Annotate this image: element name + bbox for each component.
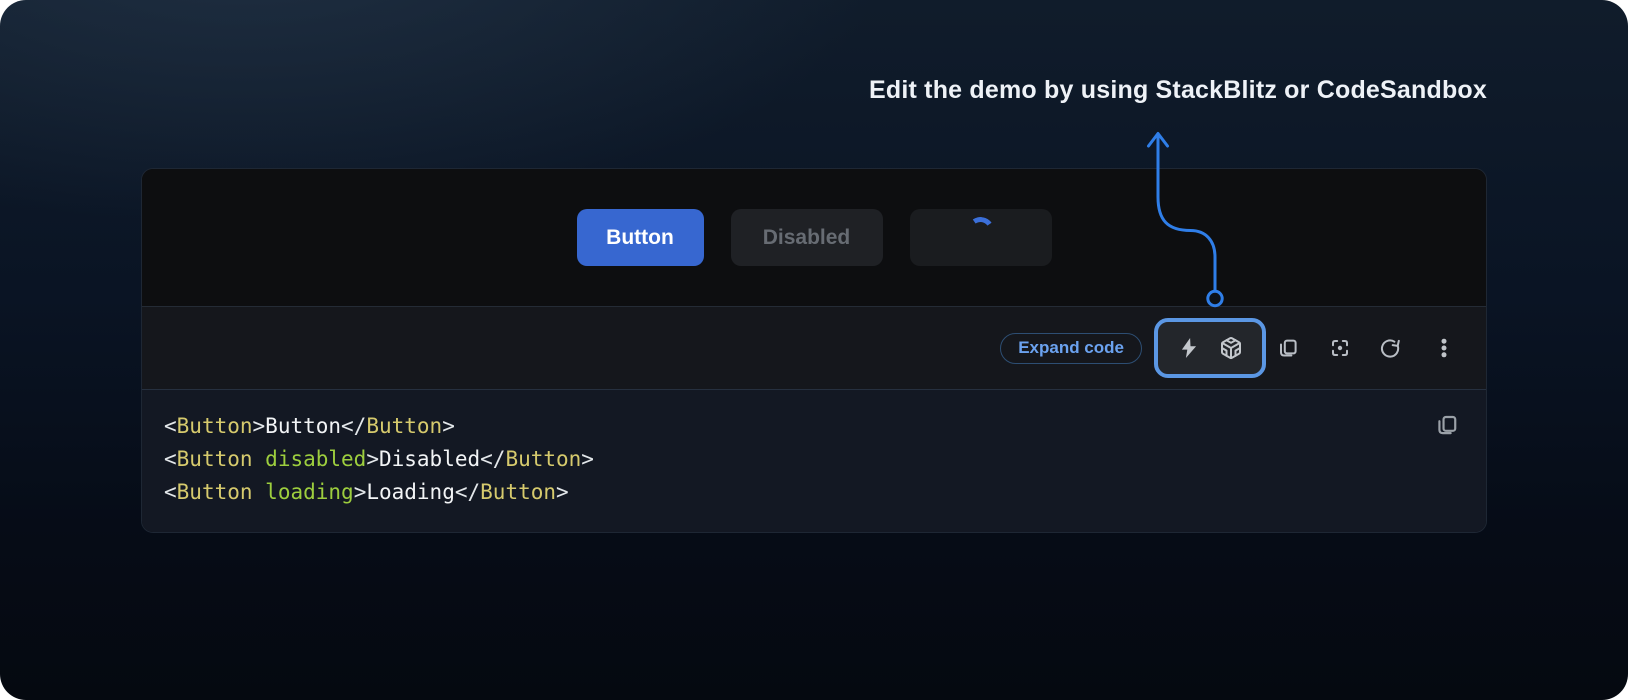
more-kebab-icon[interactable] <box>1432 336 1456 360</box>
code-line: <Button>Button</Button> <box>164 410 1486 443</box>
code-line: <Button loading>Loading</Button> <box>164 476 1486 509</box>
page-background: Edit the demo by using StackBlitz or Cod… <box>0 0 1628 700</box>
demo-card: Button Disabled Expand code <box>141 168 1487 533</box>
demo-loading-button[interactable] <box>910 209 1052 266</box>
code-block: <Button>Button</Button><Button disabled>… <box>142 390 1486 532</box>
copy-code-icon[interactable] <box>1276 336 1300 360</box>
loading-spinner-icon <box>964 215 995 246</box>
code-copy-icon[interactable] <box>1434 412 1460 438</box>
code-line: <Button disabled>Disabled</Button> <box>164 443 1486 476</box>
demo-toolbar: Expand code <box>142 306 1486 390</box>
demo-preview-section: Button Disabled <box>142 169 1486 306</box>
refresh-icon[interactable] <box>1378 336 1402 360</box>
code-lines: <Button>Button</Button><Button disabled>… <box>164 410 1486 509</box>
focus-scan-icon[interactable] <box>1328 336 1352 360</box>
demo-disabled-button: Disabled <box>731 209 883 266</box>
codesandbox-box-icon[interactable] <box>1219 336 1243 360</box>
demo-primary-button[interactable]: Button <box>577 209 704 266</box>
stackblitz-lightning-icon[interactable] <box>1177 336 1201 360</box>
external-editor-icon-group <box>1154 318 1266 378</box>
expand-code-button[interactable]: Expand code <box>1000 333 1142 364</box>
annotation-title: Edit the demo by using StackBlitz or Cod… <box>869 76 1487 105</box>
